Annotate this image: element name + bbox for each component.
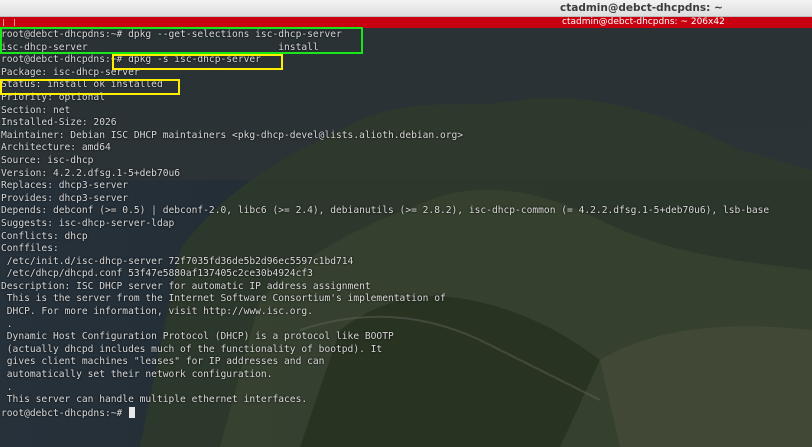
shell-prompt: root@debct-dhcpdns:~# (1, 407, 129, 419)
terminal-line: Status: install ok installed (1, 79, 163, 91)
terminal-line: Installed-Size: 2026 (1, 117, 117, 129)
terminal-line: Package: isc-dhcp-server (1, 66, 140, 78)
terminal-line: /etc/dhcp/dhcpd.conf 53f47e5880af137405c… (1, 268, 313, 280)
terminal-line: Description: ISC DHCP server for automat… (1, 280, 371, 292)
window-titlebar[interactable]: ctadmin@debct-dhcpdns: ~ (0, 0, 812, 17)
terminal-line: DHCP. For more information, visit http:/… (1, 306, 313, 318)
terminal-line: Depends: debconf (>= 0.5) | debconf-2.0,… (1, 205, 770, 217)
terminal-line: (actually dhcpd includes much of the fun… (1, 343, 383, 355)
terminal-line: root@debct-dhcpdns:~# dpkg -s isc-dhcp-s… (1, 54, 261, 66)
terminal-line: isc-dhcp-server install (1, 41, 319, 53)
terminal-line: Conflicts: dhcp (1, 230, 88, 242)
terminal-line: Version: 4.2.2.dfsg.1-5+deb70u6 (1, 167, 181, 179)
window-title: ctadmin@debct-dhcpdns: ~ (560, 2, 723, 14)
terminal-line: This server can handle multiple ethernet… (1, 394, 308, 406)
terminal-line: Replaces: dhcp3-server (1, 180, 129, 192)
terminal-line: root@debct-dhcpdns:~# dpkg --get-selecti… (1, 29, 342, 40)
terminal-line: Dynamic Host Configuration Protocol (DHC… (1, 331, 394, 343)
terminal-line: Maintainer: Debian ISC DHCP maintainers … (1, 129, 464, 141)
text-cursor (129, 406, 136, 418)
terminal-tab-title[interactable]: ctadmin@debct-dhcpdns: ~ 206x42 (562, 17, 725, 28)
terminal-line: Architecture: amd64 (1, 142, 111, 154)
terminal-line: Conffiles: (1, 243, 59, 255)
terminal-line: . (1, 318, 13, 330)
terminal-line: Priority: optional (1, 91, 105, 103)
terminal-line: Suggests: isc-dhcp-server-ldap (1, 217, 175, 229)
terminal-line: Provides: dhcp3-server (1, 192, 129, 204)
terminal-line: This is the server from the Internet Sof… (1, 293, 446, 305)
terminal-tab-bar[interactable]: ctadmin@debct-dhcpdns: ~ 206x42 (0, 17, 812, 28)
terminal-line: /etc/init.d/isc-dhcp-server 72f7035fd36d… (1, 255, 354, 267)
terminal-line: . (1, 381, 13, 393)
terminal-line: gives client machines "leases" for IP ad… (1, 356, 325, 368)
terminal-line: automatically set their network configur… (1, 369, 273, 381)
terminal-output[interactable]: root@debct-dhcpdns:~# dpkg --get-selecti… (1, 29, 811, 447)
tab-handle-icon[interactable] (3, 19, 15, 26)
terminal-prompt-line[interactable]: root@debct-dhcpdns:~# (1, 406, 811, 420)
terminal-line: Source: isc-dhcp (1, 154, 94, 166)
terminal-line: Section: net (1, 104, 71, 116)
